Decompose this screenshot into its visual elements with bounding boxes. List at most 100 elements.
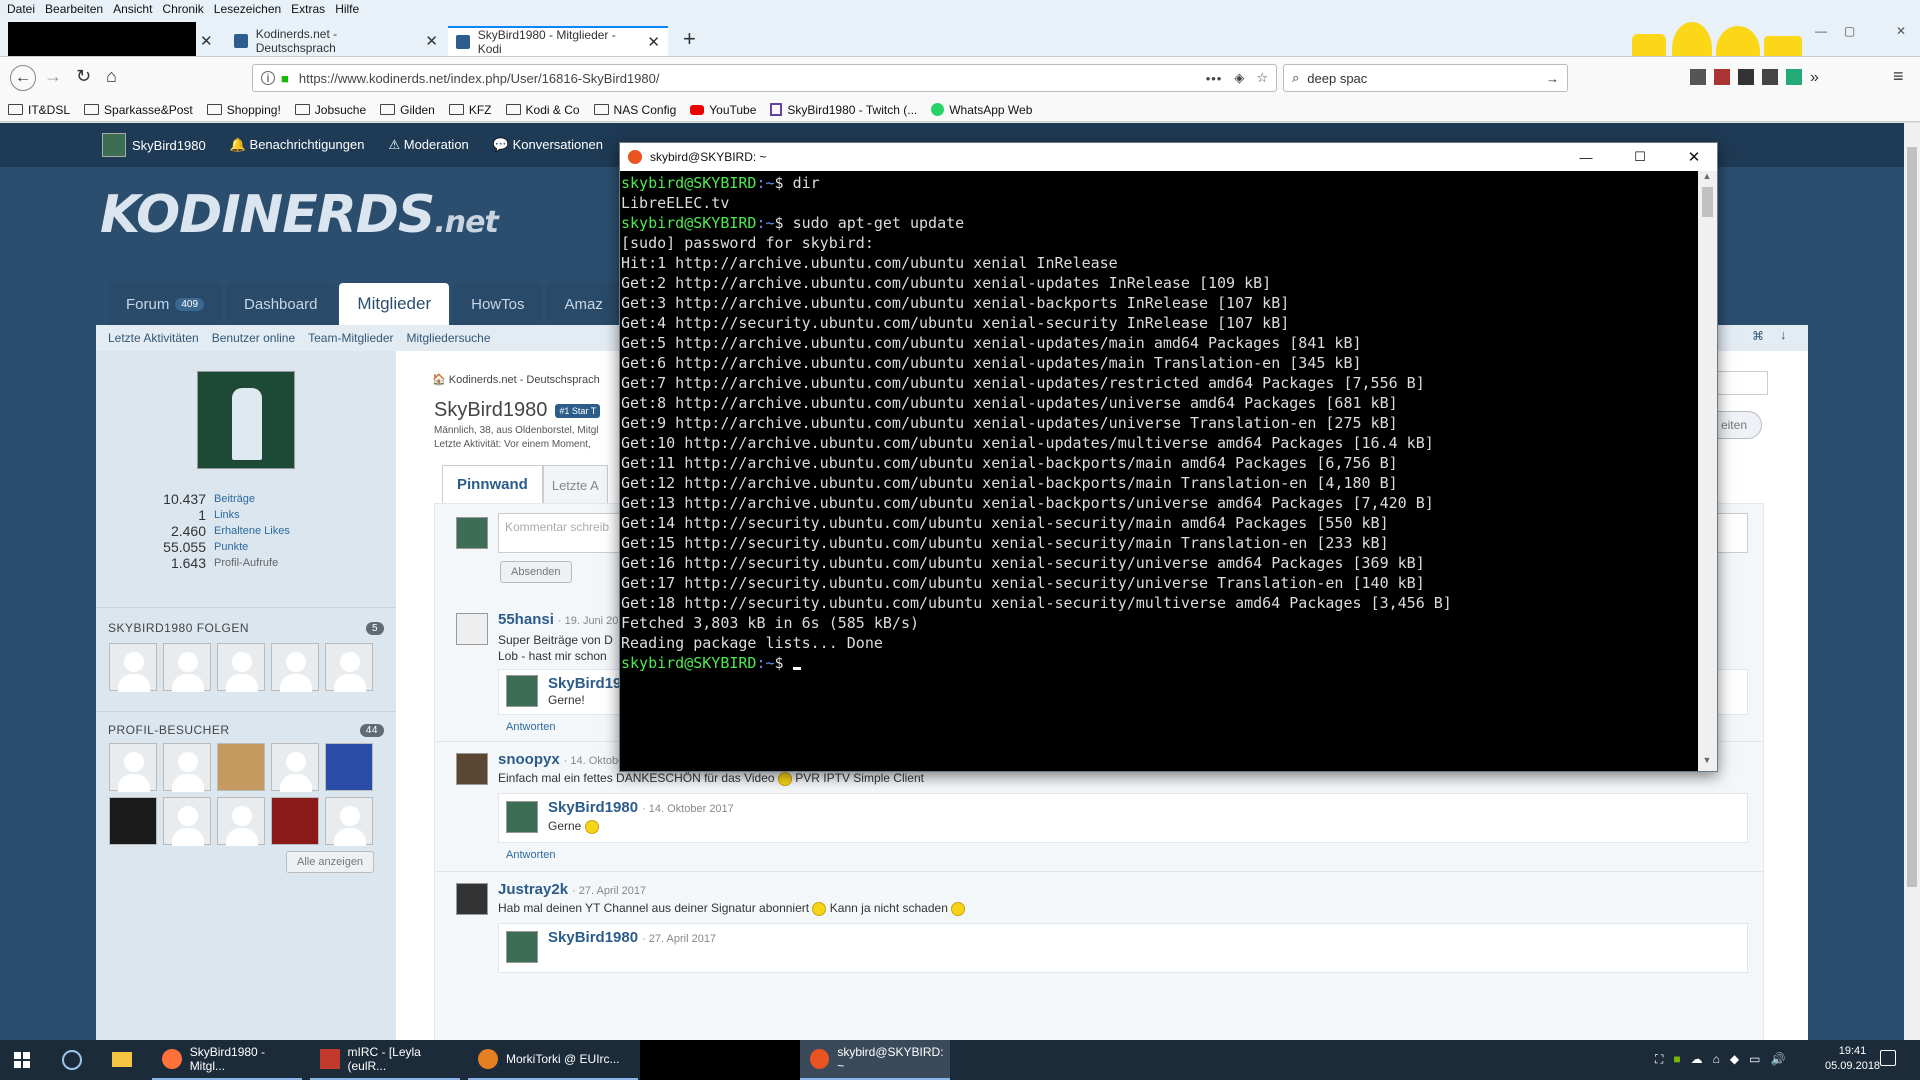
stat-likes[interactable]: 2.460 Erhaltene Likes bbox=[96, 523, 290, 539]
show-all-button[interactable]: Alle anzeigen bbox=[286, 851, 375, 873]
header-search-input[interactable] bbox=[1716, 371, 1768, 395]
page-actions-icon[interactable]: ••• bbox=[1206, 71, 1223, 86]
visitor-avatar[interactable] bbox=[163, 743, 211, 792]
reply-author[interactable]: SkyBird1980 bbox=[548, 929, 638, 946]
stat-points[interactable]: 55.055 Punkte bbox=[96, 539, 290, 555]
reply-link[interactable]: Antworten bbox=[506, 849, 556, 861]
close-icon[interactable]: ✕ bbox=[647, 33, 660, 51]
bookmark-folder[interactable]: Shopping! bbox=[206, 103, 281, 117]
bookmark-youtube[interactable]: YouTube bbox=[690, 103, 756, 117]
terminal-output[interactable]: skybird@SKYBIRD:~$ dir LibreELEC.tv skybir… bbox=[620, 171, 1698, 771]
new-tab-icon[interactable]: + bbox=[683, 26, 696, 52]
bookmark-folder[interactable]: Sparkasse&Post bbox=[84, 103, 193, 117]
bookmark-twitch[interactable]: SkyBird1980 - Twitch (... bbox=[770, 103, 917, 117]
visitor-avatar[interactable] bbox=[325, 743, 373, 791]
minimize-icon[interactable]: — bbox=[1563, 150, 1609, 165]
visitor-avatar[interactable] bbox=[217, 797, 265, 846]
tray-icon[interactable]: ⛶ bbox=[1655, 1052, 1663, 1067]
onedrive-icon[interactable]: ☁ bbox=[1691, 1052, 1703, 1067]
tab-kodinerds-home[interactable]: Kodinerds.net - Deutschsprach ✕ bbox=[226, 26, 446, 56]
follower-avatar[interactable] bbox=[325, 643, 373, 692]
hamburger-menu-icon[interactable]: ≡ bbox=[1893, 66, 1904, 87]
tab-dashboard[interactable]: Dashboard bbox=[226, 283, 336, 325]
menu-item[interactable]: Lesezeichen bbox=[209, 0, 286, 20]
extension-icon[interactable] bbox=[1690, 69, 1706, 85]
commenter-name[interactable]: snoopyx bbox=[498, 751, 560, 768]
security-icon[interactable]: ◆ bbox=[1730, 1052, 1739, 1067]
tab-howtos[interactable]: HowTos bbox=[453, 283, 543, 325]
breadcrumb[interactable]: 🏠 Kodinerds.net - Deutschsprach bbox=[432, 373, 600, 386]
reply-link[interactable]: Antworten bbox=[506, 721, 556, 733]
tab-mitglieder[interactable]: Mitglieder bbox=[339, 283, 450, 325]
follower-avatar[interactable] bbox=[163, 643, 211, 692]
close-icon[interactable]: ✕ bbox=[1671, 148, 1717, 166]
close-window-icon[interactable]: ✕ bbox=[1896, 24, 1906, 38]
extension-icon[interactable] bbox=[1762, 69, 1778, 85]
sitemap-icon[interactable]: ⌘ bbox=[1752, 329, 1764, 343]
subnav-recent-activity[interactable]: Letzte Aktivitäten bbox=[108, 331, 199, 345]
notifications-icon[interactable] bbox=[1880, 1050, 1896, 1066]
volume-icon[interactable]: 🔊 bbox=[1770, 1052, 1785, 1067]
bookmark-star-icon[interactable]: ☆ bbox=[1256, 70, 1268, 86]
bookmark-folder[interactable]: KFZ bbox=[448, 103, 492, 117]
tab-pinnwand[interactable]: Pinnwand bbox=[442, 465, 543, 506]
follower-avatar[interactable] bbox=[109, 643, 157, 692]
follower-avatar[interactable] bbox=[217, 643, 265, 692]
scroll-down-icon[interactable]: ↓ bbox=[1780, 327, 1787, 342]
info-icon[interactable]: i bbox=[261, 71, 275, 85]
tab-forum[interactable]: Forum 409 bbox=[108, 283, 223, 325]
subnav-users-online[interactable]: Benutzer online bbox=[212, 331, 295, 345]
stat-links[interactable]: 1 Links bbox=[96, 507, 290, 523]
home-icon[interactable]: ⌂ bbox=[106, 66, 117, 87]
bookmark-whatsapp[interactable]: WhatsApp Web bbox=[931, 103, 1032, 117]
tab-recent-activity[interactable]: Letzte A bbox=[542, 465, 608, 506]
subnav-team-members[interactable]: Team-Mitglieder bbox=[308, 331, 393, 345]
taskbar-terminal[interactable]: skybird@SKYBIRD: ~ bbox=[800, 1040, 950, 1080]
windows-start-icon[interactable] bbox=[14, 1052, 30, 1068]
notifications-menu[interactable]: 🔔 Benachrichtigungen bbox=[230, 137, 365, 153]
conversations-menu[interactable]: 💬 Konversationen bbox=[493, 137, 603, 153]
menu-item[interactable]: Extras bbox=[286, 0, 330, 20]
reply-author[interactable]: SkyBird19 bbox=[548, 675, 621, 692]
send-button[interactable]: Absenden bbox=[500, 561, 572, 583]
close-icon[interactable]: ✕ bbox=[200, 32, 213, 50]
visitor-avatar[interactable] bbox=[271, 743, 319, 792]
extension-icon[interactable] bbox=[1786, 69, 1802, 85]
reload-icon[interactable]: ↻ bbox=[76, 66, 91, 87]
tab-skybird-profile[interactable]: SkyBird1980 - Mitglieder - Kodi ✕ bbox=[448, 26, 668, 56]
tab-amazon[interactable]: Amaz bbox=[546, 283, 621, 325]
cortana-icon[interactable] bbox=[62, 1050, 82, 1070]
bookmark-folder[interactable]: Gilden bbox=[380, 103, 435, 117]
site-logo[interactable]: KODINERDS.net bbox=[100, 185, 499, 245]
menu-item[interactable]: Hilfe bbox=[330, 0, 364, 20]
bookmark-folder[interactable]: NAS Config bbox=[593, 103, 676, 117]
bookmark-folder[interactable]: Kodi & Co bbox=[505, 103, 580, 117]
stat-posts[interactable]: 10.437 Beiträge bbox=[96, 491, 290, 507]
visitor-avatar[interactable] bbox=[217, 743, 265, 791]
pocket-icon[interactable]: ◈ bbox=[1234, 70, 1244, 86]
extension-icon[interactable] bbox=[1714, 69, 1730, 85]
terminal-window[interactable]: skybird@SKYBIRD: ~ — ☐ ✕ skybird@SKYBIRD… bbox=[619, 142, 1718, 772]
visitor-avatar[interactable] bbox=[271, 797, 319, 845]
search-input[interactable]: ⌕ deep spac → bbox=[1283, 64, 1568, 92]
tray-icon[interactable]: ⌂ bbox=[1713, 1052, 1720, 1067]
page-scrollbar[interactable] bbox=[1904, 123, 1920, 1040]
close-icon[interactable]: ✕ bbox=[425, 32, 438, 50]
minimize-icon[interactable]: — bbox=[1815, 24, 1827, 38]
terminal-title-bar[interactable]: skybird@SKYBIRD: ~ — ☐ ✕ bbox=[620, 143, 1717, 171]
maximize-icon[interactable]: ▢ bbox=[1844, 24, 1855, 38]
menu-item[interactable]: Ansicht bbox=[108, 0, 157, 20]
extension-icon[interactable] bbox=[1738, 69, 1754, 85]
maximize-icon[interactable]: ☐ bbox=[1617, 149, 1663, 165]
taskbar-mirc[interactable]: mIRC - [Leyla (eulR... bbox=[310, 1040, 460, 1080]
menu-item[interactable]: Bearbeiten bbox=[40, 0, 108, 20]
search-go-icon[interactable]: → bbox=[1546, 71, 1559, 86]
back-icon[interactable]: ← bbox=[10, 65, 36, 91]
forward-icon[interactable]: → bbox=[44, 66, 62, 87]
visitor-avatar[interactable] bbox=[163, 797, 211, 846]
bookmark-folder[interactable]: Jobsuche bbox=[294, 103, 366, 117]
overflow-icon[interactable]: » bbox=[1810, 69, 1819, 87]
moderation-menu[interactable]: ⚠ Moderation bbox=[388, 137, 468, 153]
taskbar-firefox[interactable]: SkyBird1980 - Mitgl... bbox=[152, 1040, 302, 1080]
nvidia-icon[interactable]: ■ bbox=[1673, 1052, 1680, 1067]
